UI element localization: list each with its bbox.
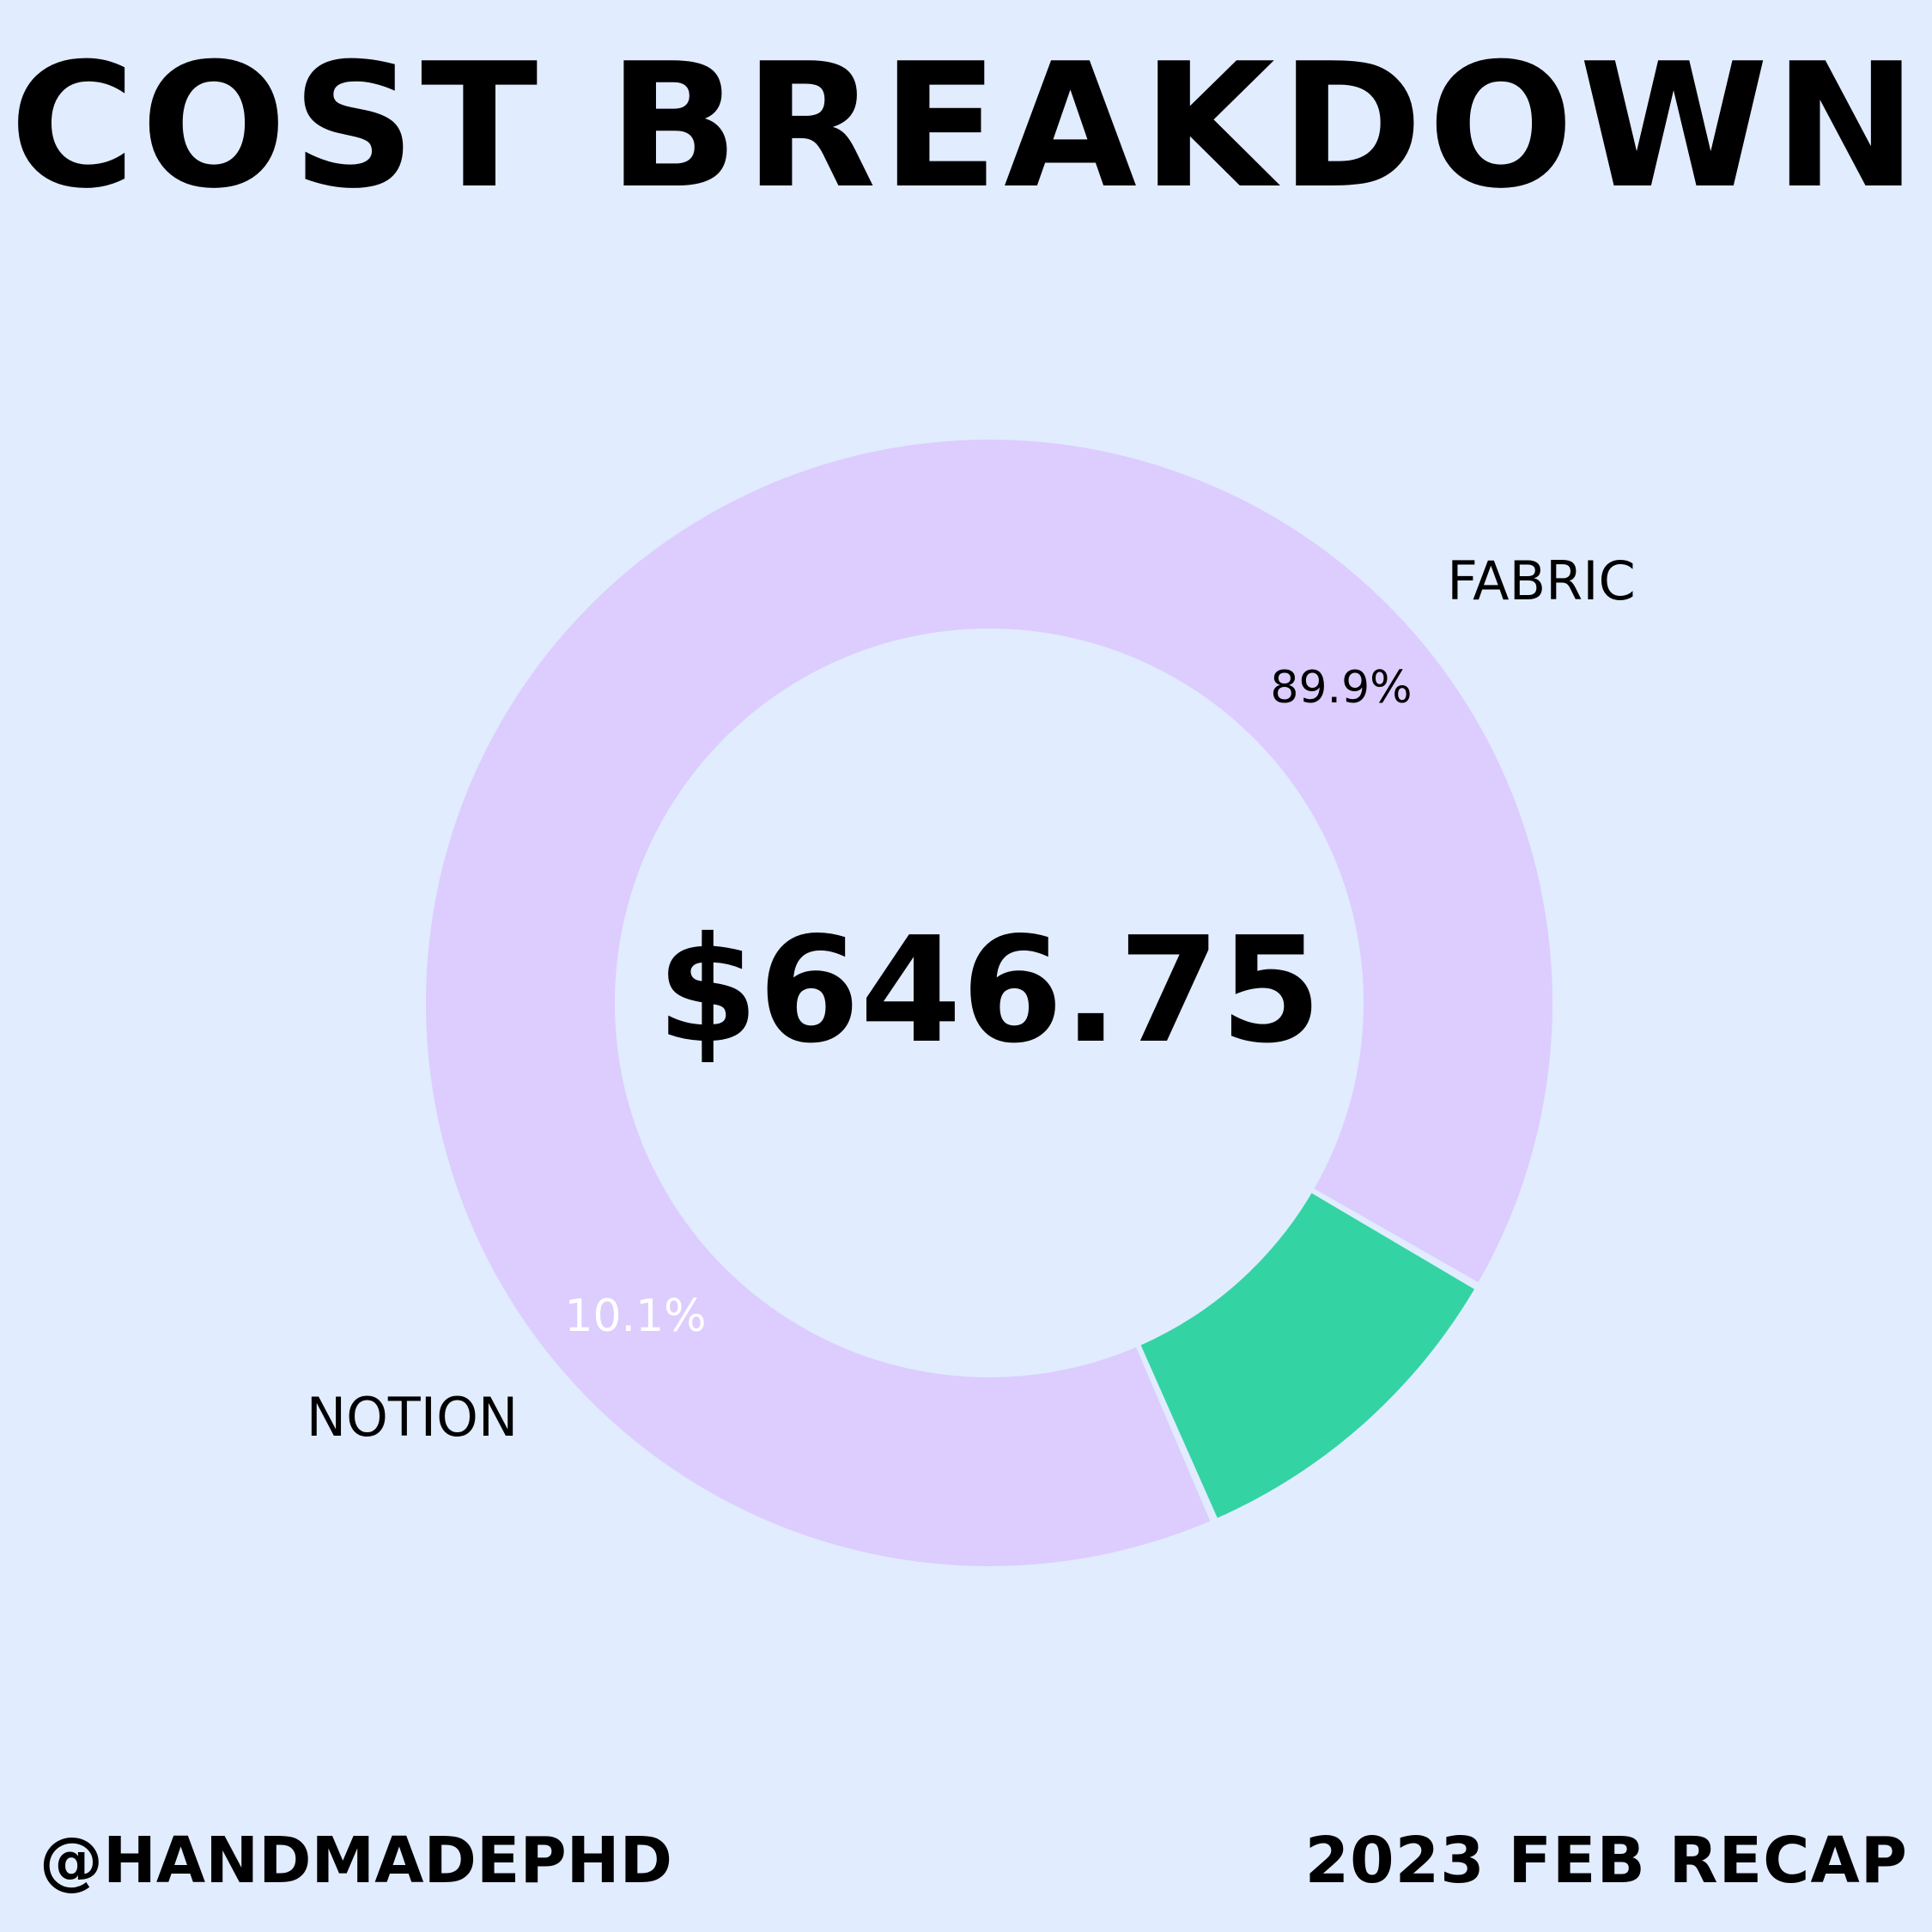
slice-value-label-fabric: 89.9% <box>1270 662 1412 714</box>
slice-value-label-notion: 10.1% <box>564 1291 706 1342</box>
slice-label-notion: NOTION <box>307 1386 519 1449</box>
footer-handle: @HANDMADEPHD <box>39 1824 673 1898</box>
center-total-value: $646.75 <box>657 906 1321 1076</box>
donut-chart: FABRIC 89.9% NOTION 10.1% $646.75 <box>307 439 1636 1567</box>
slice-label-fabric: FABRIC <box>1447 550 1636 612</box>
footer-period: 2023 FEB RECAP <box>1304 1824 1908 1898</box>
